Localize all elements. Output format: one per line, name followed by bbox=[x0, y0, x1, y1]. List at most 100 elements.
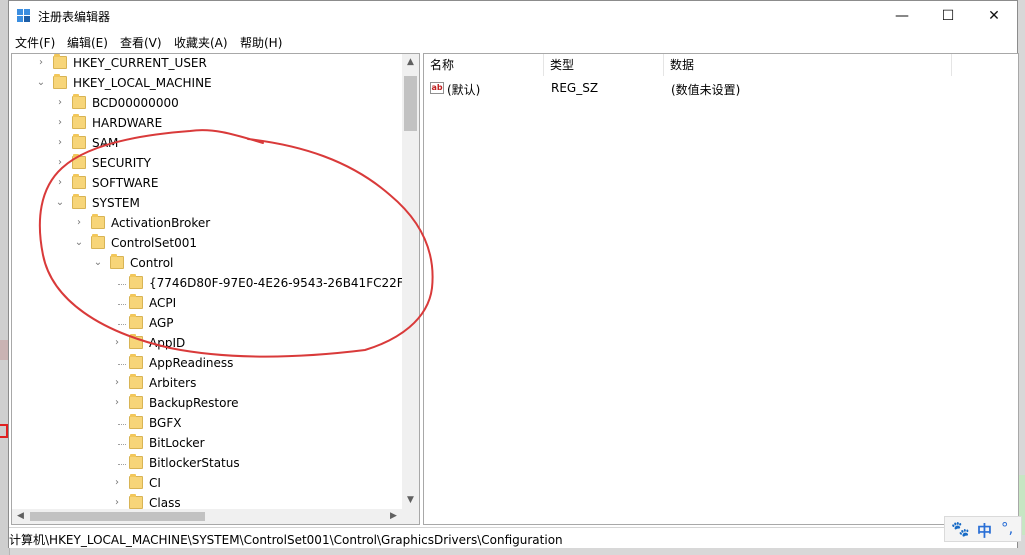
column-header-type[interactable]: 类型 bbox=[544, 54, 664, 76]
menu-favorites[interactable]: 收藏夹(A) bbox=[174, 34, 228, 51]
tree-node-label: SECURITY bbox=[92, 156, 151, 170]
expand-icon[interactable]: › bbox=[55, 156, 65, 170]
menu-bar: 文件(F) 编辑(E) 查看(V) 收藏夹(A) 帮助(H) bbox=[9, 31, 1017, 51]
folder-icon bbox=[129, 474, 143, 489]
tree-node-label: Control bbox=[130, 256, 174, 270]
tree-node-label: BitlockerStatus bbox=[149, 456, 240, 470]
tree-node-label: AppID bbox=[149, 336, 186, 350]
horizontal-scroll-thumb[interactable] bbox=[30, 512, 205, 521]
status-bar: 计算机\HKEY_LOCAL_MACHINE\SYSTEM\ControlSet… bbox=[9, 527, 1017, 548]
folder-icon bbox=[110, 254, 124, 269]
tree-node-label: HARDWARE bbox=[92, 116, 163, 130]
scroll-up-arrow-icon[interactable]: ▲ bbox=[402, 54, 419, 71]
regedit-app-icon bbox=[17, 9, 30, 22]
minimize-button[interactable]: — bbox=[879, 1, 925, 31]
folder-icon bbox=[129, 434, 143, 449]
current-key-path: 计算机\HKEY_LOCAL_MACHINE\SYSTEM\ControlSet… bbox=[9, 533, 563, 547]
tree-node-label: BitLocker bbox=[149, 436, 205, 450]
expand-icon[interactable]: › bbox=[112, 496, 122, 509]
tree-connector bbox=[118, 324, 126, 325]
tree-connector bbox=[118, 424, 126, 425]
folder-icon bbox=[53, 54, 67, 69]
folder-icon bbox=[129, 394, 143, 409]
tree-node-label: Class bbox=[149, 496, 181, 509]
registry-tree-pane[interactable]: › HKEY_CURRENT_USER ⌄ HKEY_LOCAL_MACHINE… bbox=[11, 53, 420, 525]
value-row[interactable]: ab (默认) REG_SZ (数值未设置) bbox=[424, 79, 1018, 99]
window-title: 注册表编辑器 bbox=[38, 10, 111, 24]
expand-icon[interactable]: › bbox=[55, 96, 65, 110]
tree-connector bbox=[118, 444, 126, 445]
folder-icon bbox=[129, 354, 143, 369]
expand-icon[interactable]: › bbox=[112, 336, 122, 350]
tree-horizontal-scrollbar[interactable]: ◀ ▶ bbox=[12, 509, 402, 524]
ime-punctuation-toggle[interactable]: °, bbox=[1001, 519, 1013, 537]
tree-node-label: CI bbox=[149, 476, 161, 490]
expand-icon[interactable]: › bbox=[112, 396, 122, 410]
tree-vertical-scrollbar[interactable]: ▲ ▼ bbox=[402, 54, 419, 509]
folder-icon bbox=[91, 214, 105, 229]
folder-icon bbox=[129, 274, 143, 289]
folder-icon bbox=[91, 234, 105, 249]
close-button[interactable]: ✕ bbox=[971, 1, 1017, 31]
tree-connector bbox=[118, 464, 126, 465]
collapse-icon[interactable]: ⌄ bbox=[55, 196, 65, 210]
scroll-right-arrow-icon[interactable]: ▶ bbox=[385, 509, 402, 524]
menu-edit[interactable]: 编辑(E) bbox=[67, 34, 108, 51]
folder-icon bbox=[72, 174, 86, 189]
tree-node-label: BackupRestore bbox=[149, 396, 239, 410]
tree-node-label: BCD00000000 bbox=[92, 96, 179, 110]
expand-icon[interactable]: › bbox=[55, 176, 65, 190]
tree-node-label: {7746D80F-97E0-4E26-9543-26B41FC22F79} bbox=[149, 276, 402, 290]
expand-icon[interactable]: › bbox=[112, 476, 122, 490]
vertical-scroll-thumb[interactable] bbox=[404, 76, 417, 131]
value-data: (数值未设置) bbox=[671, 83, 741, 97]
folder-icon bbox=[72, 94, 86, 109]
title-bar[interactable]: 注册表编辑器 — ☐ ✕ bbox=[9, 1, 1017, 31]
tree-node-label: AGP bbox=[149, 316, 174, 330]
tree-node-label: AppReadiness bbox=[149, 356, 234, 370]
tree-node-label: BGFX bbox=[149, 416, 182, 430]
column-header-data[interactable]: 数据 bbox=[664, 54, 952, 76]
menu-view[interactable]: 查看(V) bbox=[120, 34, 162, 51]
tree-node-label: HKEY_CURRENT_USER bbox=[73, 56, 207, 70]
folder-icon bbox=[129, 294, 143, 309]
menu-help[interactable]: 帮助(H) bbox=[240, 34, 282, 51]
scroll-left-arrow-icon[interactable]: ◀ bbox=[12, 509, 29, 524]
scroll-down-arrow-icon[interactable]: ▼ bbox=[402, 492, 419, 509]
values-list-pane[interactable]: 名称 类型 数据 ab (默认) REG_SZ (数值未设置) bbox=[423, 53, 1019, 525]
maximize-button[interactable]: ☐ bbox=[925, 1, 971, 31]
folder-icon bbox=[129, 374, 143, 389]
folder-icon bbox=[129, 314, 143, 329]
expand-icon[interactable]: › bbox=[55, 116, 65, 130]
folder-icon bbox=[129, 334, 143, 349]
ime-mode-toggle[interactable]: 中 bbox=[977, 520, 992, 541]
folder-icon bbox=[53, 74, 67, 89]
folder-icon bbox=[129, 494, 143, 509]
expand-icon[interactable]: › bbox=[55, 136, 65, 150]
folder-icon bbox=[72, 134, 86, 149]
folder-icon bbox=[129, 454, 143, 469]
expand-icon[interactable]: › bbox=[112, 376, 122, 390]
folder-icon bbox=[72, 154, 86, 169]
value-name: (默认) bbox=[447, 83, 481, 97]
regedit-window: 注册表编辑器 — ☐ ✕ 文件(F) 编辑(E) 查看(V) 收藏夹(A) 帮助… bbox=[8, 0, 1019, 548]
tree-connector bbox=[118, 364, 126, 365]
value-type: REG_SZ bbox=[551, 81, 599, 95]
ime-toolbar[interactable]: 🐾 中 °, bbox=[944, 516, 1022, 542]
tree-rows: › HKEY_CURRENT_USER ⌄ HKEY_LOCAL_MACHINE… bbox=[12, 54, 402, 509]
folder-icon bbox=[72, 194, 86, 209]
collapse-icon[interactable]: ⌄ bbox=[36, 76, 46, 90]
collapse-icon[interactable]: ⌄ bbox=[74, 236, 84, 250]
scroll-corner bbox=[402, 509, 419, 524]
column-header-name[interactable]: 名称 bbox=[424, 54, 544, 76]
expand-icon[interactable]: › bbox=[74, 216, 84, 230]
tree-node-label: SAM bbox=[92, 136, 119, 150]
tree-node-label: HKEY_LOCAL_MACHINE bbox=[73, 76, 212, 90]
background-window-fragment bbox=[0, 424, 8, 438]
paw-icon[interactable]: 🐾 bbox=[951, 520, 970, 538]
collapse-icon[interactable]: ⌄ bbox=[93, 256, 103, 270]
tree-node-label: SOFTWARE bbox=[92, 176, 159, 190]
expand-icon[interactable]: › bbox=[36, 56, 46, 70]
menu-file[interactable]: 文件(F) bbox=[15, 34, 55, 51]
tree-node-label: ActivationBroker bbox=[111, 216, 211, 230]
